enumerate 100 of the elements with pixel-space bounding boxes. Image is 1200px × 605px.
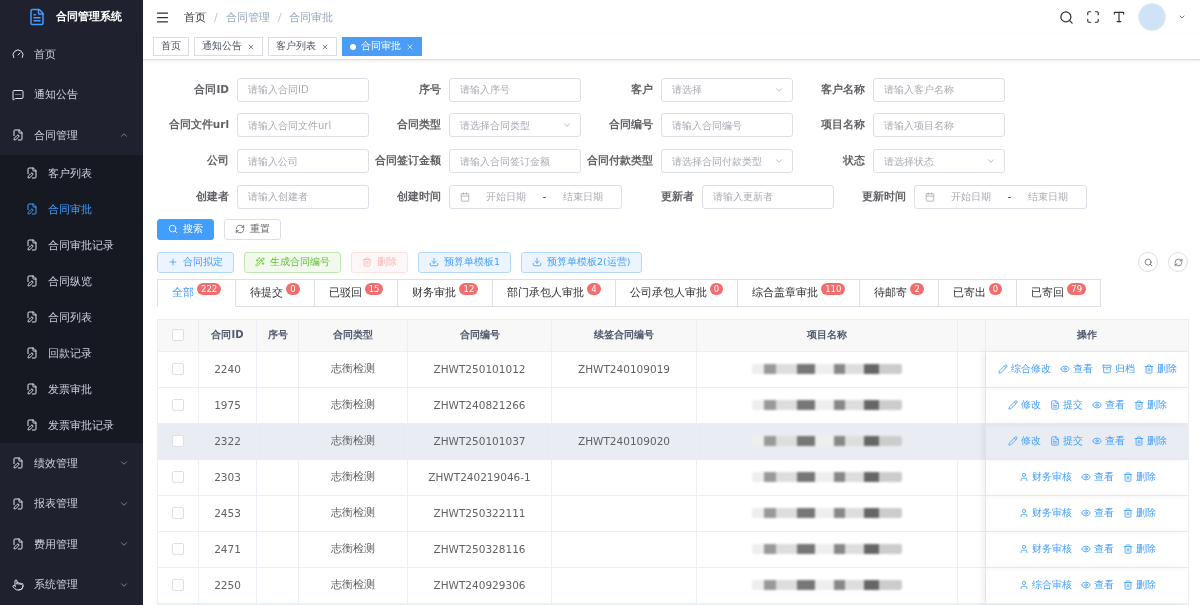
input-field[interactable]: 请输入合同签订金额 — [449, 149, 581, 174]
breadcrumb-item[interactable]: 首页 — [184, 9, 206, 25]
text-size-icon[interactable] — [1112, 10, 1126, 24]
page-tag[interactable]: 通知公告 — [194, 37, 263, 56]
select-field[interactable]: 请选择状态 — [873, 149, 1005, 174]
document-edit-icon — [12, 457, 24, 470]
status-tab[interactable]: 已寄出 0 — [938, 278, 1018, 307]
menu-item[interactable]: 报表管理 — [0, 483, 143, 525]
select-all-checkbox[interactable] — [172, 329, 184, 342]
menu-item[interactable]: 合同管理 — [0, 114, 143, 156]
avatar[interactable] — [1138, 3, 1166, 31]
table-row[interactable]: 2471 志衡检测 ZHWT250328116 财务审核 查看 删除 — [158, 531, 1188, 568]
trash-icon — [1122, 580, 1133, 591]
eye-icon — [1080, 544, 1091, 555]
submenu-item[interactable]: 合同审批记录 — [0, 227, 143, 264]
status-tab[interactable]: 已驳回 15 — [314, 278, 399, 307]
calendar-icon — [925, 191, 935, 202]
column-header: 合同类型 — [299, 319, 408, 352]
row-checkbox[interactable] — [172, 435, 184, 448]
select-field[interactable]: 请选择 — [661, 77, 793, 102]
status-tab[interactable]: 待提交 0 — [236, 278, 315, 307]
submenu-item[interactable]: 发票审批 — [0, 371, 143, 408]
submenu-item[interactable]: 回款记录 — [0, 335, 143, 372]
row-checkbox[interactable] — [172, 399, 184, 412]
close-icon[interactable] — [321, 42, 329, 51]
fullscreen-icon[interactable] — [1086, 10, 1100, 24]
field-label: 合同ID — [193, 82, 229, 97]
table-cell: ZHWT240109019 — [552, 351, 697, 388]
trash-icon — [1122, 508, 1133, 519]
input-field[interactable]: 请输入项目名称 — [873, 113, 1005, 138]
row-checkbox[interactable] — [172, 507, 184, 520]
input-field[interactable]: 请输入合同编号 — [661, 113, 793, 138]
table-cell: ZHWT250322111 — [408, 495, 552, 532]
status-tab[interactable]: 财务审批 12 — [398, 278, 494, 307]
menu-icon[interactable] — [155, 9, 170, 25]
search-toggle-button[interactable] — [1138, 252, 1158, 272]
breadcrumb-item: 合同审批 — [289, 9, 334, 25]
menu-item[interactable]: 首页 — [0, 33, 143, 75]
input-field[interactable]: 请输入客户名称 — [873, 77, 1005, 102]
table-row[interactable]: 2453 志衡检测 ZHWT250322111 财务审核 查看 删除 — [158, 495, 1188, 532]
table-row[interactable]: 2322 志衡检测 ZHWT250101037 ZHWT240109020 修改 提交 查看 删除 — [158, 423, 1188, 460]
submenu-item[interactable]: 发票审批记录 — [0, 407, 143, 444]
select-field[interactable]: 请选择合同类型 — [449, 113, 581, 138]
menu-item[interactable]: 系统管理 — [0, 564, 143, 605]
row-checkbox[interactable] — [172, 363, 184, 376]
trash-icon — [1133, 400, 1144, 411]
row-checkbox[interactable] — [172, 579, 184, 592]
menu-item[interactable]: 绩效管理 — [0, 443, 143, 484]
status-tab[interactable]: 综合盖章审批 110 — [738, 278, 861, 307]
submenu-item[interactable]: 客户列表 — [0, 155, 143, 192]
input-field[interactable]: 请输入序号 — [449, 77, 581, 102]
caret-icon[interactable] — [1178, 13, 1186, 21]
status-tab[interactable]: 已寄回 79 — [1017, 278, 1102, 307]
table-cell: 2240 — [199, 351, 257, 388]
select-field[interactable]: 请选择合同付款类型 — [661, 149, 793, 174]
column-header: 项目名称 — [697, 319, 958, 352]
menu-item[interactable]: 通知公告 — [0, 74, 143, 115]
input-field[interactable]: 请输入创建者 — [237, 184, 369, 209]
row-checkbox[interactable] — [172, 471, 184, 484]
download-icon — [532, 257, 543, 267]
field-label: 更新者 — [660, 189, 694, 204]
table-cell: 志衡检测 — [299, 387, 408, 424]
document-edit-icon — [26, 275, 38, 288]
table-cell: 志衡检测 — [299, 531, 408, 568]
dashboard-icon — [12, 48, 24, 61]
close-icon[interactable] — [247, 42, 255, 51]
status-tab[interactable]: 公司承包人审批 0 — [615, 278, 739, 307]
table-row[interactable]: 2303 志衡检测 ZHWT240219046-1 财务审核 查看 删除 — [158, 459, 1188, 496]
table-cell: 2471 — [199, 531, 257, 568]
table-row[interactable]: 1975 志衡检测 ZHWT240821266 修改 提交 查看 删除 — [158, 387, 1188, 424]
menu-item[interactable]: 费用管理 — [0, 524, 143, 565]
submenu-item[interactable]: 合同纵览 — [0, 263, 143, 300]
date-range-field[interactable]: 开始日期 - 结束日期 — [914, 184, 1087, 209]
close-icon[interactable] — [406, 42, 414, 51]
table-row[interactable]: 2240 志衡检测 ZHWT250101012 ZHWT240109019 综合修改 查看 归档 删除 — [158, 351, 1188, 388]
field-label: 项目名称 — [820, 118, 865, 133]
input-field[interactable]: 请输入更新者 — [702, 184, 834, 209]
submenu-item[interactable]: 合同审批 — [0, 191, 143, 228]
user-icon — [1018, 508, 1029, 519]
column-header: 合同编号 — [408, 319, 552, 352]
reset-button[interactable]: 重置 — [224, 218, 281, 240]
input-field[interactable]: 请输入公司 — [237, 149, 369, 174]
date-range-field[interactable]: 开始日期 - 结束日期 — [449, 184, 622, 209]
status-tab[interactable]: 待邮寄 2 — [860, 278, 939, 307]
page-tag[interactable]: 客户列表 — [268, 37, 337, 56]
status-tab[interactable]: 部门承包人审批 4 — [493, 278, 616, 307]
page-tag[interactable]: 首页 — [153, 37, 189, 56]
count-badge: 4 — [587, 282, 601, 295]
submenu-item[interactable]: 合同列表 — [0, 299, 143, 336]
refresh-button[interactable] — [1168, 252, 1188, 272]
input-field[interactable]: 请输入合同文件url — [237, 113, 369, 138]
table-row[interactable]: 2250 志衡检测 ZHWT240929306 综合审核 查看 删除 — [158, 567, 1188, 604]
eye-icon — [1080, 580, 1091, 591]
document-edit-icon — [12, 129, 24, 142]
hand-pointer-icon — [12, 578, 24, 591]
breadcrumb-separator: / — [214, 10, 218, 24]
input-field[interactable]: 请输入合同ID — [237, 77, 369, 102]
row-checkbox[interactable] — [172, 543, 184, 556]
eye-icon — [1091, 400, 1102, 411]
search-icon[interactable] — [1059, 9, 1074, 25]
